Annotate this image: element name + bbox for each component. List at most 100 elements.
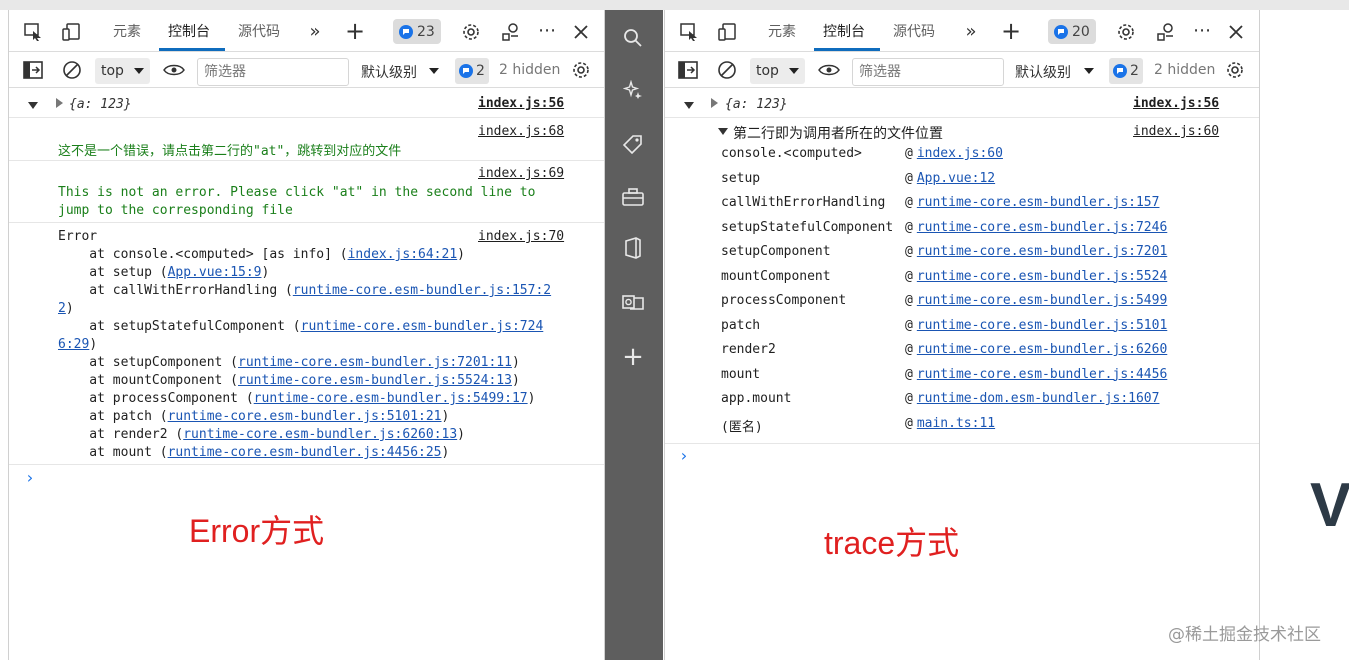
- sidebar-toggle-icon[interactable]: [676, 58, 700, 82]
- console-prompt-row[interactable]: ›: [9, 465, 604, 495]
- messages-badge[interactable]: 2: [455, 58, 489, 84]
- expand-arrow-icon[interactable]: [718, 128, 728, 135]
- filter-input[interactable]: [197, 58, 349, 86]
- context-select[interactable]: top: [95, 58, 150, 84]
- live-expression-eye-icon[interactable]: [161, 58, 187, 82]
- trace-row: callWithErrorHandling @ runtime-core.esm-b…: [721, 195, 1241, 215]
- trace-source-link[interactable]: App.vue:12: [917, 171, 995, 186]
- tag-icon[interactable]: [621, 132, 645, 156]
- stack-frame-link[interactable]: runtime-core.esm-bundler.js:5524:13: [238, 373, 512, 388]
- stack-frame-link[interactable]: runtime-core.esm-bundler.js:5101:21: [168, 409, 442, 424]
- sidebar-toggle-icon[interactable]: [21, 58, 45, 82]
- tab-console[interactable]: 控制台: [168, 21, 210, 41]
- trace-row: patch @ runtime-core.esm-bundler.js:5101: [721, 318, 1241, 338]
- settings-gear-icon[interactable]: [1114, 20, 1138, 44]
- error-title: Error: [58, 229, 98, 244]
- device-toolbar-icon[interactable]: [715, 20, 739, 44]
- trace-source-link[interactable]: main.ts:11: [917, 416, 995, 431]
- trace-source-link[interactable]: runtime-core.esm-bundler.js:5524: [917, 269, 1167, 284]
- trace-function-name: render2: [721, 342, 776, 357]
- toolbox-icon[interactable]: [621, 185, 645, 209]
- filter-input[interactable]: [852, 58, 1004, 86]
- console-settings-gear-icon[interactable]: [1223, 58, 1247, 82]
- device-toolbar-icon[interactable]: [59, 20, 83, 44]
- sparkle-icon[interactable]: [621, 78, 645, 102]
- stack-frame-link[interactable]: 6:29: [58, 337, 89, 352]
- trace-source-link[interactable]: runtime-core.esm-bundler.js:6260: [917, 342, 1167, 357]
- tab-sources[interactable]: 源代码: [893, 21, 935, 41]
- context-select[interactable]: top: [750, 58, 805, 84]
- source-link[interactable]: index.js:70: [478, 229, 564, 244]
- more-options-icon[interactable]: ⋯: [1190, 18, 1214, 42]
- message-icon: [399, 24, 413, 39]
- tab-console[interactable]: 控制台: [823, 21, 865, 41]
- stack-frame-link[interactable]: runtime-core.esm-bundler.js:7201:11: [238, 355, 512, 370]
- inspect-element-icon[interactable]: [677, 20, 701, 44]
- stack-frame-link[interactable]: runtime-core.esm-bundler.js:4456:25: [168, 445, 442, 460]
- log-levels-dropdown[interactable]: 默认级别: [361, 62, 417, 82]
- tab-sources[interactable]: 源代码: [238, 21, 280, 41]
- stack-frame-link[interactable]: 2: [58, 301, 66, 316]
- trace-function-name: callWithErrorHandling: [721, 195, 886, 210]
- trace-source-link[interactable]: index.js:60: [917, 146, 1003, 161]
- clear-console-icon[interactable]: [715, 58, 739, 82]
- expand-arrow-icon[interactable]: [28, 102, 38, 109]
- office-icon[interactable]: [621, 236, 645, 260]
- stack-frame-suffix: ): [89, 337, 98, 352]
- collapsed-arrow-icon[interactable]: [56, 98, 63, 108]
- console-prompt-row[interactable]: ›: [665, 444, 1259, 474]
- trace-location: @ main.ts:11: [905, 416, 995, 431]
- settings-gear-icon[interactable]: [459, 20, 483, 44]
- inspect-element-icon[interactable]: [21, 20, 45, 44]
- logged-object[interactable]: {a: 123}: [69, 96, 132, 114]
- more-tabs-chevron-icon[interactable]: »: [305, 20, 325, 42]
- close-icon[interactable]: [1224, 20, 1248, 44]
- more-tabs-chevron-icon[interactable]: »: [961, 20, 981, 42]
- trace-source-link[interactable]: runtime-dom.esm-bundler.js:1607: [917, 391, 1160, 406]
- trace-location: @ runtime-core.esm-bundler.js:5524: [905, 269, 1167, 284]
- source-link[interactable]: index.js:69: [478, 166, 564, 181]
- collapsed-arrow-icon[interactable]: [711, 98, 718, 108]
- stack-frame-link[interactable]: App.vue:15:9: [168, 265, 262, 280]
- logged-object[interactable]: {a: 123}: [725, 96, 788, 114]
- stack-frame-link[interactable]: index.js:64:21: [348, 247, 458, 262]
- stack-frame-link[interactable]: runtime-core.esm-bundler.js:6260:13: [183, 427, 457, 442]
- clear-console-icon[interactable]: [60, 58, 84, 82]
- search-icon[interactable]: [621, 26, 645, 50]
- log-levels-dropdown[interactable]: 默认级别: [1015, 62, 1071, 82]
- tab-elements[interactable]: 元素: [768, 21, 796, 41]
- console-message-info: index.js:68 这不是一个错误，请点击第二行的"at"，跳转到对应的文件: [9, 118, 604, 161]
- messages-badge[interactable]: 2: [1109, 58, 1143, 84]
- stack-frame-link[interactable]: runtime-core.esm-bundler.js:5499:17: [254, 391, 528, 406]
- more-options-icon[interactable]: ⋯: [535, 18, 559, 42]
- trace-source-link[interactable]: runtime-core.esm-bundler.js:7201: [917, 244, 1167, 259]
- issues-badge[interactable]: 20: [1048, 19, 1096, 44]
- add-plus-icon[interactable]: +: [621, 342, 645, 372]
- add-tab-plus-icon[interactable]: +: [343, 17, 367, 45]
- stack-frame-link[interactable]: runtime-core.esm-bundler.js:157:2: [293, 283, 551, 298]
- watermark: @稀土掘金技术社区: [1168, 625, 1321, 645]
- source-link[interactable]: index.js:68: [478, 124, 564, 139]
- source-link[interactable]: index.js:56: [478, 96, 564, 111]
- source-link[interactable]: index.js:60: [1133, 124, 1219, 139]
- stack-frame-link[interactable]: runtime-core.esm-bundler.js:724: [301, 319, 544, 334]
- stack-frame: 6:29): [58, 336, 551, 354]
- source-link[interactable]: index.js:56: [1133, 96, 1219, 111]
- browser-sidebar: +: [605, 10, 663, 660]
- tab-elements[interactable]: 元素: [113, 21, 141, 41]
- console-settings-gear-icon[interactable]: [569, 58, 593, 82]
- trace-source-link[interactable]: runtime-core.esm-bundler.js:157: [917, 195, 1160, 210]
- add-tab-plus-icon[interactable]: +: [999, 17, 1023, 45]
- expand-arrow-icon[interactable]: [684, 102, 694, 109]
- connections-icon[interactable]: [1154, 20, 1178, 44]
- trace-source-link[interactable]: runtime-core.esm-bundler.js:5101: [917, 318, 1167, 333]
- issues-badge[interactable]: 23: [393, 19, 441, 44]
- live-expression-eye-icon[interactable]: [816, 58, 842, 82]
- trace-source-link[interactable]: runtime-core.esm-bundler.js:7246: [917, 220, 1167, 235]
- trace-source-link[interactable]: runtime-core.esm-bundler.js:4456: [917, 367, 1167, 382]
- outlook-icon[interactable]: [621, 290, 645, 314]
- connections-icon[interactable]: [499, 20, 523, 44]
- close-icon[interactable]: [569, 20, 593, 44]
- trace-source-link[interactable]: runtime-core.esm-bundler.js:5499: [917, 293, 1167, 308]
- stack-frame-prefix: at patch (: [58, 409, 168, 424]
